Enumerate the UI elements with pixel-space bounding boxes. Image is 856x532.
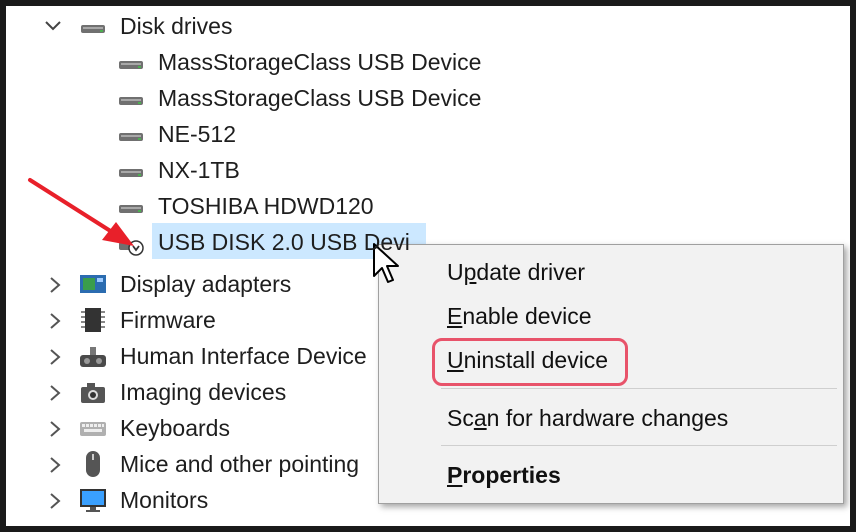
human-interface-device-icon xyxy=(78,341,108,371)
device-item[interactable]: NX-1TB xyxy=(158,152,240,188)
category-label: Imaging devices xyxy=(120,379,287,405)
camera-icon xyxy=(78,377,108,407)
chevron-right-icon[interactable] xyxy=(44,274,66,296)
device-manager-tree: Disk drives MassStorageClass USB Device M… xyxy=(6,6,850,526)
device-item[interactable]: MassStorageClass USB Device xyxy=(158,44,481,80)
menu-item-update-driver[interactable]: Update driver xyxy=(447,257,585,287)
disk-drive-icon xyxy=(116,84,146,114)
menu-item-properties[interactable]: Properties xyxy=(447,460,561,490)
chevron-right-icon[interactable] xyxy=(44,382,66,404)
disk-drive-icon xyxy=(116,120,146,150)
category-item[interactable]: Monitors xyxy=(120,482,208,518)
device-label: USB DISK 2.0 USB Devi xyxy=(158,229,410,255)
device-item[interactable]: NE-512 xyxy=(158,116,236,152)
keyboard-icon xyxy=(78,413,108,443)
firmware-chip-icon xyxy=(78,305,108,335)
chevron-right-icon[interactable] xyxy=(44,346,66,368)
chevron-right-icon[interactable] xyxy=(44,418,66,440)
chevron-right-icon[interactable] xyxy=(44,310,66,332)
device-label: NX-1TB xyxy=(158,157,240,183)
category-label: Human Interface Device xyxy=(120,343,367,369)
monitor-icon xyxy=(78,485,108,515)
device-label: NE-512 xyxy=(158,121,236,147)
category-item[interactable]: Imaging devices xyxy=(120,374,286,410)
disk-drive-icon xyxy=(116,48,146,78)
menu-separator xyxy=(441,445,837,446)
uninstall-highlight-box xyxy=(432,338,628,386)
menu-item-enable-device[interactable]: Enable device xyxy=(447,301,592,331)
chevron-right-icon[interactable] xyxy=(44,454,66,476)
device-usb-disk-selected[interactable]: USB DISK 2.0 USB Devi xyxy=(158,224,410,260)
chevron-right-icon[interactable] xyxy=(44,490,66,512)
category-item[interactable]: Keyboards xyxy=(120,410,230,446)
menu-item-scan-hardware[interactable]: Scan for hardware changes xyxy=(447,403,728,433)
device-item[interactable]: TOSHIBA HDWD120 xyxy=(158,188,374,224)
category-item[interactable]: Human Interface Device xyxy=(120,338,367,374)
device-label: MassStorageClass USB Device xyxy=(158,49,482,75)
category-label: Display adapters xyxy=(120,271,292,297)
disk-drive-icon xyxy=(78,12,108,42)
category-item[interactable]: Mice and other pointing xyxy=(120,446,359,482)
menu-separator xyxy=(441,388,837,389)
mouse-icon xyxy=(78,449,108,479)
category-item[interactable]: Display adapters xyxy=(120,266,291,302)
device-label: TOSHIBA HDWD120 xyxy=(158,193,374,219)
category-label: Mice and other pointing xyxy=(120,451,360,477)
category-label: Monitors xyxy=(120,487,209,513)
category-label: Disk drives xyxy=(120,13,233,39)
category-label: Keyboards xyxy=(120,415,230,441)
chevron-down-icon[interactable] xyxy=(42,15,64,37)
category-disk-drives[interactable]: Disk drives xyxy=(120,8,232,44)
category-item[interactable]: Firmware xyxy=(120,302,216,338)
device-item[interactable]: MassStorageClass USB Device xyxy=(158,80,481,116)
category-label: Firmware xyxy=(120,307,216,333)
device-label: MassStorageClass USB Device xyxy=(158,85,482,111)
display-adapter-icon xyxy=(78,269,108,299)
red-arrow-icon xyxy=(28,178,134,246)
